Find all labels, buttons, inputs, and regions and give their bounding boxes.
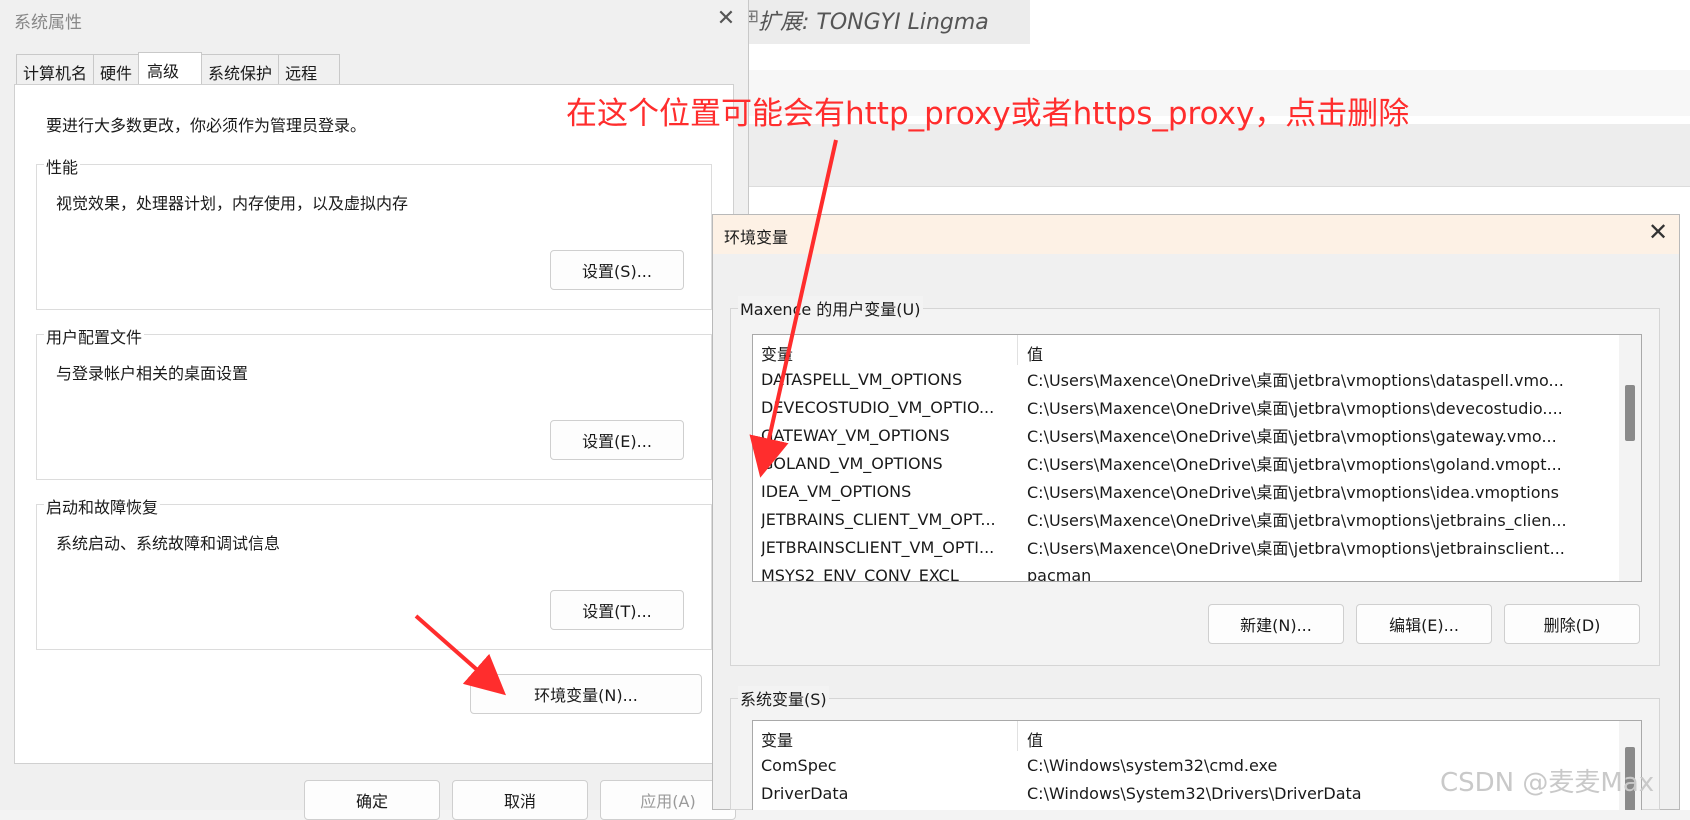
annotation-arrows: [414, 139, 838, 696]
arrow-to-variable-list: [749, 139, 838, 478]
watermark: CSDN @麦麦Max: [1440, 768, 1655, 798]
arrow-to-env-button: [414, 614, 507, 696]
